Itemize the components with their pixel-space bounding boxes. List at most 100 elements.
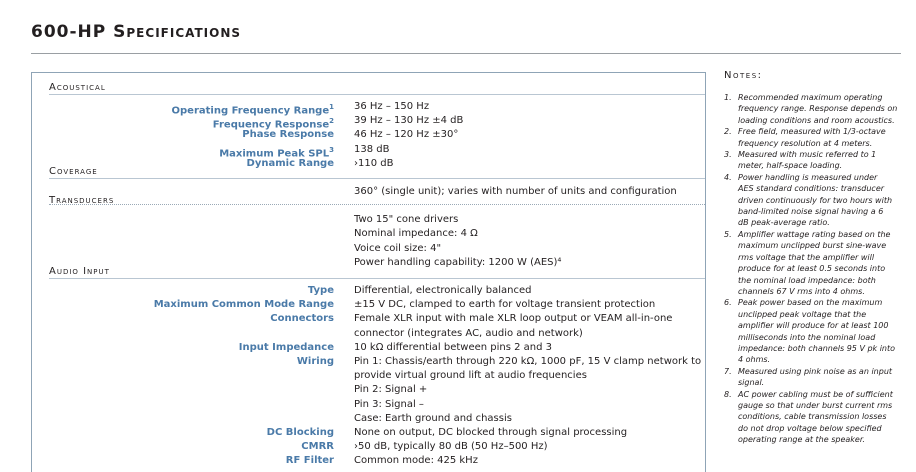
audio-input-label-text: DC Blocking (266, 427, 334, 438)
section-rule (49, 178, 705, 179)
note-line: gauge so that under burst current rms (738, 400, 893, 410)
audio-input-row: RF Filter Common mode: 425 kHz (0, 454, 705, 468)
audio-input-row: Pin 3: Signal – (0, 398, 705, 412)
note-item: 1. Recommended maximum operating frequency… (724, 92, 904, 126)
transducer-value: Power handling capability: 1200 W (AES)⁴ (354, 256, 562, 268)
audio-input-row: CMRR ›50 dB, typically 80 dB (50 Hz–500 H… (0, 440, 705, 454)
note-line: channels 67 V rms into 4 ohms. (738, 286, 865, 296)
audio-input-row: Maximum Common Mode Range ±15 V DC, clamp… (0, 298, 705, 312)
note-line: Peak power based on the maximum (738, 298, 883, 308)
note-line: unclipped peak voltage that the (738, 309, 867, 319)
audio-input-value: connector (integrates AC, audio and netw… (354, 327, 583, 339)
section-coverage: Coverage (49, 166, 98, 177)
note-line: meter, half-space loading. (738, 161, 843, 171)
audio-input-value: Common mode: 425 kHz (354, 455, 478, 467)
note-number: 2. (724, 127, 732, 137)
transducer-row: Nominal impedance: 4 Ω (0, 227, 705, 241)
audio-input-label: Connectors (270, 312, 334, 326)
audio-input-label: Maximum Common Mode Range (154, 298, 334, 312)
acoustical-row: Maximum Peak SPL3 138 dB (0, 143, 705, 159)
note-line: signal. (738, 378, 765, 388)
audio-input-label-text: Maximum Common Mode Range (153, 299, 334, 311)
audio-input-row: Pin 2: Signal + (0, 383, 705, 397)
acoustical-value: 36 Hz – 150 Hz (354, 101, 430, 112)
note-line: Recommended maximum operating (738, 93, 883, 102)
footnote-ref: 2 (329, 117, 334, 126)
note-line: frequency resolution at 4 meters. (738, 138, 873, 148)
note-number: 6. (724, 298, 732, 308)
section-audio-input: Audio Input (49, 266, 110, 277)
note-line: Measured with music referred to 1 (738, 150, 877, 160)
note-line: driven continuously for two hours with (738, 195, 893, 205)
audio-input-value: 10 kΩ differential between pins 2 and 3 (354, 341, 553, 353)
section-rule (49, 204, 705, 205)
audio-input-label-text: Connectors (270, 313, 334, 325)
audio-input-value: Case: Earth ground and chassis (354, 412, 512, 424)
note-line: Measured using pink noise as an input (738, 366, 893, 376)
audio-input-label-text: RF Filter (285, 455, 334, 467)
audio-input-row: DC Blocking None on output, DC blocked th… (0, 426, 705, 440)
coverage-value: 360° (single unit); varies with number o… (354, 186, 677, 197)
page-title: 600-HP Specifications (31, 22, 242, 42)
audio-input-label-text: CMRR (301, 441, 334, 453)
acoustical-label-text: Phase Response (242, 129, 334, 141)
audio-input-value: ›50 dB, typically 80 dB (50 Hz–500 Hz) (354, 441, 548, 453)
note-number: 4. (724, 172, 732, 182)
note-line: AC power cabling must be of sufficient (738, 389, 893, 399)
audio-input-row: Input Impedance 10 kΩ differential betwee… (0, 341, 705, 355)
audio-input-row: Type Differential, electronically balance… (0, 284, 705, 298)
audio-input-label: Wiring (297, 355, 334, 369)
acoustical-label: Phase Response (242, 128, 334, 142)
acoustical-row: Frequency Response2 39 Hz – 130 Hz ±4 dB (0, 114, 705, 130)
note-number: 8. (724, 389, 732, 399)
transducer-value: Voice coil size: 4" (354, 242, 442, 254)
notes-title: Notes: (724, 70, 763, 81)
note-number: 3. (724, 150, 732, 160)
acoustical-value: 39 Hz – 130 Hz ±4 dB (354, 115, 464, 127)
note-item: 4. Power handling is measured under AES st… (724, 172, 904, 229)
note-number: 7. (724, 366, 732, 376)
audio-input-row: connector (integrates AC, audio and netw… (0, 327, 705, 341)
note-line: rms voltage that the amplifier will (738, 252, 875, 262)
note-line: conditions, cable transmission losses (738, 412, 887, 422)
audio-input-value: Pin 2: Signal + (354, 384, 428, 396)
note-line: 4 ohms. (738, 355, 771, 365)
footnote-ref: 3 (329, 145, 334, 154)
note-line: AES standard conditions: transducer (738, 184, 885, 194)
note-line: impedance: both channels 95 V pk into (738, 343, 896, 353)
note-line: produce for at least 0.5 seconds into (738, 264, 886, 274)
note-line: milliseconds into the nominal load (738, 332, 876, 342)
note-line: amplifier will produce for at least 100 (738, 321, 889, 331)
title-divider (31, 53, 901, 54)
note-item: 8. AC power cabling must be of sufficient… (724, 389, 904, 446)
note-line: Power handling is measured under (738, 172, 878, 182)
note-line: Free field, measured with 1/3-octave (738, 127, 886, 137)
audio-input-label: DC Blocking (267, 426, 334, 440)
acoustical-value: 138 dB (354, 143, 390, 155)
section-rule (49, 278, 705, 279)
note-number: 1. (724, 93, 732, 102)
note-line: Amplifier wattage rating based on the (738, 229, 891, 239)
notes-list: 1. Recommended maximum operating frequency… (724, 92, 904, 446)
audio-input-value: provide virtual ground lift at audio fre… (354, 370, 587, 382)
note-item: 6. Peak power based on the maximum unclipp… (724, 297, 904, 365)
acoustical-row: Dynamic Range ›110 dB (0, 157, 705, 171)
audio-input-value: None on output, DC blocked through signa… (354, 427, 628, 438)
note-item: 2. Free field, measured with 1/3-octave fr… (724, 126, 904, 149)
footnote-ref: 1 (329, 103, 334, 111)
acoustical-label: Dynamic Range (247, 157, 334, 171)
audio-input-label-text: Input Impedance (238, 341, 334, 353)
acoustical-value: ›110 dB (354, 157, 394, 169)
audio-input-row: provide virtual ground lift at audio fre… (0, 369, 705, 383)
note-line: frequency range. Response depends on (738, 104, 898, 114)
audio-input-value: Differential, electronically balanced (354, 285, 532, 296)
section-rule (49, 94, 705, 95)
audio-input-value: Pin 3: Signal – (354, 398, 424, 410)
transducer-row: Two 15" cone drivers (0, 213, 705, 227)
audio-input-label: RF Filter (286, 454, 334, 468)
audio-input-row: Connectors Female XLR input with male XLR… (0, 312, 705, 326)
note-line: loading conditions and room acoustics. (738, 115, 895, 125)
audio-input-label: Type (308, 284, 334, 298)
acoustical-value: 46 Hz – 120 Hz ±30° (354, 129, 459, 141)
audio-input-value: Pin 1: Chassis/earth through 220 kΩ, 100… (354, 356, 702, 367)
